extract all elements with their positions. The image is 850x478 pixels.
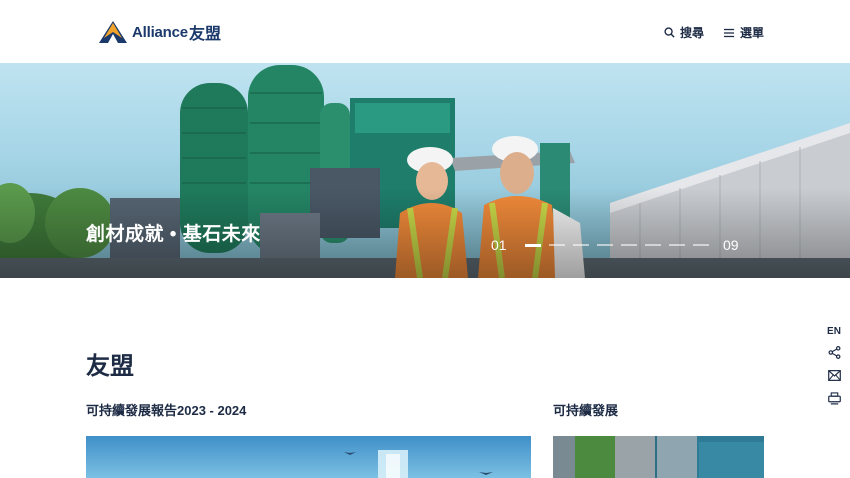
pager-bars [525,243,709,247]
pager-total: 09 [723,237,739,253]
pager-bar[interactable] [669,243,685,246]
email-icon [827,370,841,381]
pager-bar[interactable] [525,243,541,247]
email-button[interactable] [826,368,842,383]
search-button[interactable]: 搜尋 [664,24,704,41]
pager-bar[interactable] [621,243,637,246]
menu-button[interactable]: 選單 [723,24,764,41]
hamburger-menu-icon [723,28,735,37]
alliance-logo-icon [99,21,127,43]
language-switch-en[interactable]: EN [827,326,841,337]
sustainability-report-thumbnail [86,436,531,478]
site-header: Alliance 友盟 搜尋 選單 [0,0,850,63]
card-image-sustainability[interactable] [553,436,764,478]
pager-bar[interactable] [597,243,613,246]
print-icon [827,392,841,405]
card-image-sustainability-report[interactable] [86,436,531,478]
page-title: 友盟 [86,353,134,380]
header-actions: 搜尋 選單 [664,24,764,41]
sustainability-thumbnail [553,436,764,478]
pager-bar[interactable] [645,243,661,246]
share-button[interactable] [826,345,842,360]
pager-bar[interactable] [549,243,565,246]
hero-title: 創材成就 • 基石未來 [86,224,261,245]
card-title-sustainability-report[interactable]: 可持續發展報告2023 - 2024 [86,400,246,419]
search-icon [664,27,675,38]
pager-bar[interactable] [573,243,589,246]
logo-chinese-name: 友盟 [188,24,221,43]
print-button[interactable] [826,391,842,406]
slide-pager: 01 09 [491,237,745,253]
menu-label: 選單 [739,26,764,40]
card-title-sustainability[interactable]: 可持續發展 [553,400,618,419]
alliance-logo[interactable]: Alliance 友盟 [97,19,221,45]
search-label: 搜尋 [679,26,704,40]
pager-bar[interactable] [693,243,709,246]
logo-wordmark: Alliance [132,23,188,41]
share-icon [828,346,840,359]
pager-current: 01 [491,237,507,253]
side-toolbar: EN [825,326,843,406]
hero-banner[interactable]: 創材成就 • 基石未來 01 09 [0,63,850,278]
